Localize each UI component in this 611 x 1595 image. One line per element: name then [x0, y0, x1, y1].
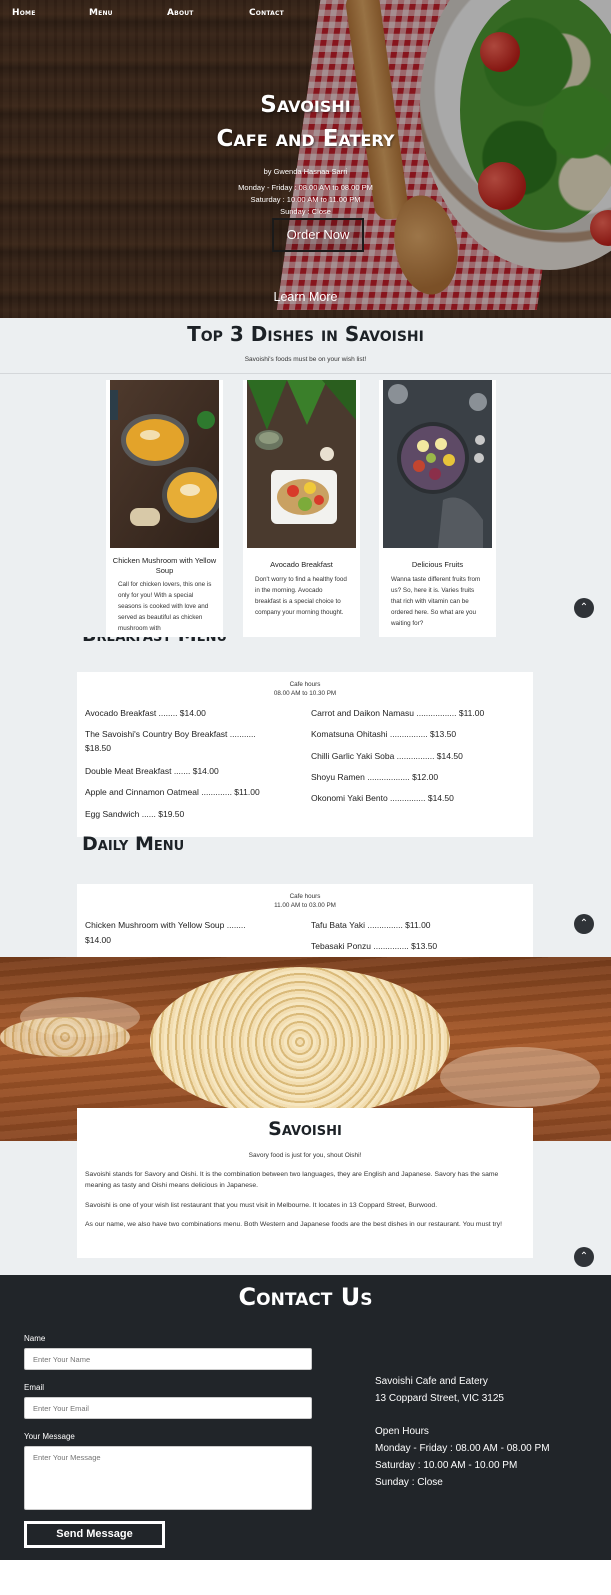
nav-menu-link[interactable]: Menu	[89, 8, 113, 18]
dish-description: Don't worry to find a healthy food in th…	[255, 576, 347, 616]
order-now-button[interactable]: Order Now	[272, 218, 364, 252]
about-paragraph: Savoishi is one of your wish list restau…	[85, 1202, 438, 1209]
name-label: Name	[24, 1334, 46, 1343]
chicken-mushroom-soup-image	[110, 380, 219, 548]
menu-item-price: $18.50	[85, 743, 111, 753]
hero-title-line1: Savoishi	[260, 92, 351, 118]
business-name: Savoishi Cafe and Eatery	[375, 1376, 488, 1387]
chevron-up-icon[interactable]: ⌃	[574, 1247, 594, 1267]
page-bottom	[0, 1560, 611, 1595]
nav-contact-link[interactable]: Contact	[249, 8, 284, 18]
business-address: 13 Coppard Street, VIC 3125	[375, 1393, 504, 1404]
hero-hours-weekday: Monday - Friday : 08.00 AM to 08.00 PM	[238, 183, 373, 192]
dish-card: Chicken Mushroom with Yellow Soup Call f…	[106, 380, 223, 637]
contact-section: Contact Us Name Email Your Message Send …	[0, 1275, 611, 1560]
delicious-fruits-image	[383, 380, 492, 548]
flour-dust	[440, 1047, 600, 1107]
chevron-up-icon[interactable]: ⌃	[574, 914, 594, 934]
menu-item: Chicken Mushroom with Yellow Soup ......…	[85, 920, 246, 930]
section-divider	[0, 373, 611, 374]
menu-item: Tebasaki Ponzu ............... $13.50	[311, 941, 438, 951]
breakfast-hours-label: Cafe hours	[289, 681, 321, 688]
about-section: Savoishi Savory food is just for you, sh…	[0, 957, 611, 1275]
open-hours-weekday: Monday - Friday : 08.00 AM - 08.00 PM	[375, 1443, 550, 1454]
about-paragraph: As our name, we also have two combinatio…	[85, 1221, 502, 1228]
menu-item: Tafu Bata Yaki ............... $11.00	[311, 920, 431, 930]
chevron-up-icon[interactable]: ⌃	[574, 598, 594, 618]
about-box: Savoishi Savory food is just for you, sh…	[77, 1108, 533, 1258]
message-textarea[interactable]	[24, 1446, 312, 1510]
dish-description: Call for chicken lovers, this one is onl…	[118, 581, 212, 632]
menu-item-price: $14.00	[85, 935, 111, 945]
send-message-button[interactable]: Send Message	[24, 1521, 165, 1548]
hero-byline: by Gwenda Hasnaa Sarri	[263, 167, 348, 176]
pasta-strands	[0, 1017, 130, 1057]
daily-hours: 11.00 AM to 03.00 PM	[274, 902, 336, 909]
nav-about-link[interactable]: About	[167, 8, 194, 18]
dish-name: Chicken Mushroom with Yellow Soup	[112, 556, 217, 575]
about-paragraph: Savoishi stands for Savory and Oishi. It…	[85, 1171, 499, 1189]
menu-item: The Savoishi's Country Boy Breakfast ...…	[85, 729, 256, 739]
open-hours-sunday: Sunday : Close	[375, 1477, 443, 1488]
email-input[interactable]	[24, 1397, 312, 1419]
avocado-breakfast-image	[247, 380, 356, 548]
menu-item: Shoyu Ramen .................. $12.00	[311, 772, 439, 782]
about-title: Savoishi	[268, 1118, 342, 1140]
breakfast-hours: 08.00 AM to 10.30 PM	[273, 690, 337, 697]
dish-description: Wanna taste different fruits from us? So…	[391, 576, 481, 627]
about-tagline: Savory food is just for you, shout Oishi…	[248, 1152, 362, 1159]
hero-overlay	[0, 0, 611, 318]
breakfast-menu-box: Cafe hours 08.00 AM to 10.30 PM Avocado …	[77, 672, 533, 837]
menu-item: Komatsuna Ohitashi ................ $13.…	[311, 729, 457, 739]
open-hours-saturday: Saturday : 10.00 AM - 10.00 PM	[375, 1460, 518, 1471]
hero-hours-sunday: Sunday : Close	[280, 207, 331, 216]
dish-name: Delicious Fruits	[411, 560, 464, 569]
menu-item: Apple and Cinnamon Oatmeal .............…	[85, 787, 260, 797]
menu-item: Chilli Garlic Yaki Soba ................…	[311, 751, 463, 761]
top-dishes-title: Top 3 Dishes in Savoishi	[187, 322, 424, 346]
dish-name: Avocado Breakfast	[270, 560, 333, 569]
name-input[interactable]	[24, 1348, 312, 1370]
top-nav: Home Menu About Contact	[0, 8, 611, 22]
menu-item: Okonomi Yaki Bento ............... $14.5…	[311, 793, 454, 803]
daily-menu-title: Daily Menu	[82, 833, 185, 855]
pasta-nest	[150, 967, 450, 1117]
hero-hours-saturday: Saturday : 10.00 AM to 11.00 PM	[250, 195, 361, 204]
top-dishes-subtitle: Savoishi's foods must be on your wish li…	[244, 356, 367, 363]
menu-section: Breakfast Menu Cafe hours 08.00 AM to 10…	[0, 637, 611, 957]
open-hours-label: Open Hours	[375, 1426, 429, 1437]
menu-item: Carrot and Daikon Namasu ...............…	[311, 708, 485, 718]
email-label: Email	[24, 1383, 45, 1392]
daily-hours-label: Cafe hours	[289, 893, 321, 900]
nav-home-link[interactable]: Home	[12, 8, 36, 18]
menu-item: Egg Sandwich ...... $19.50	[85, 809, 185, 819]
dish-card: Avocado Breakfast Don't worry to find a …	[243, 380, 360, 637]
menu-item: Double Meat Breakfast ....... $14.00	[85, 766, 219, 776]
dish-card: Delicious Fruits Wanna taste different f…	[379, 380, 496, 637]
breakfast-menu-title: Breakfast Menu	[82, 637, 227, 646]
menu-item: Avocado Breakfast ........ $14.00	[85, 708, 206, 718]
hero-section: Home Menu About Contact Savoishi Cafe an…	[0, 0, 611, 318]
learn-more-link[interactable]: Learn More	[0, 290, 611, 304]
message-label: Your Message	[24, 1432, 75, 1441]
hero-title-line2: Cafe and Eatery	[216, 126, 395, 152]
contact-title: Contact Us	[238, 1283, 373, 1311]
top-dishes-section: Top 3 Dishes in Savoishi Savoishi's food…	[0, 318, 611, 637]
daily-menu-box: Cafe hours 11.00 AM to 03.00 PM Chicken …	[77, 884, 533, 957]
